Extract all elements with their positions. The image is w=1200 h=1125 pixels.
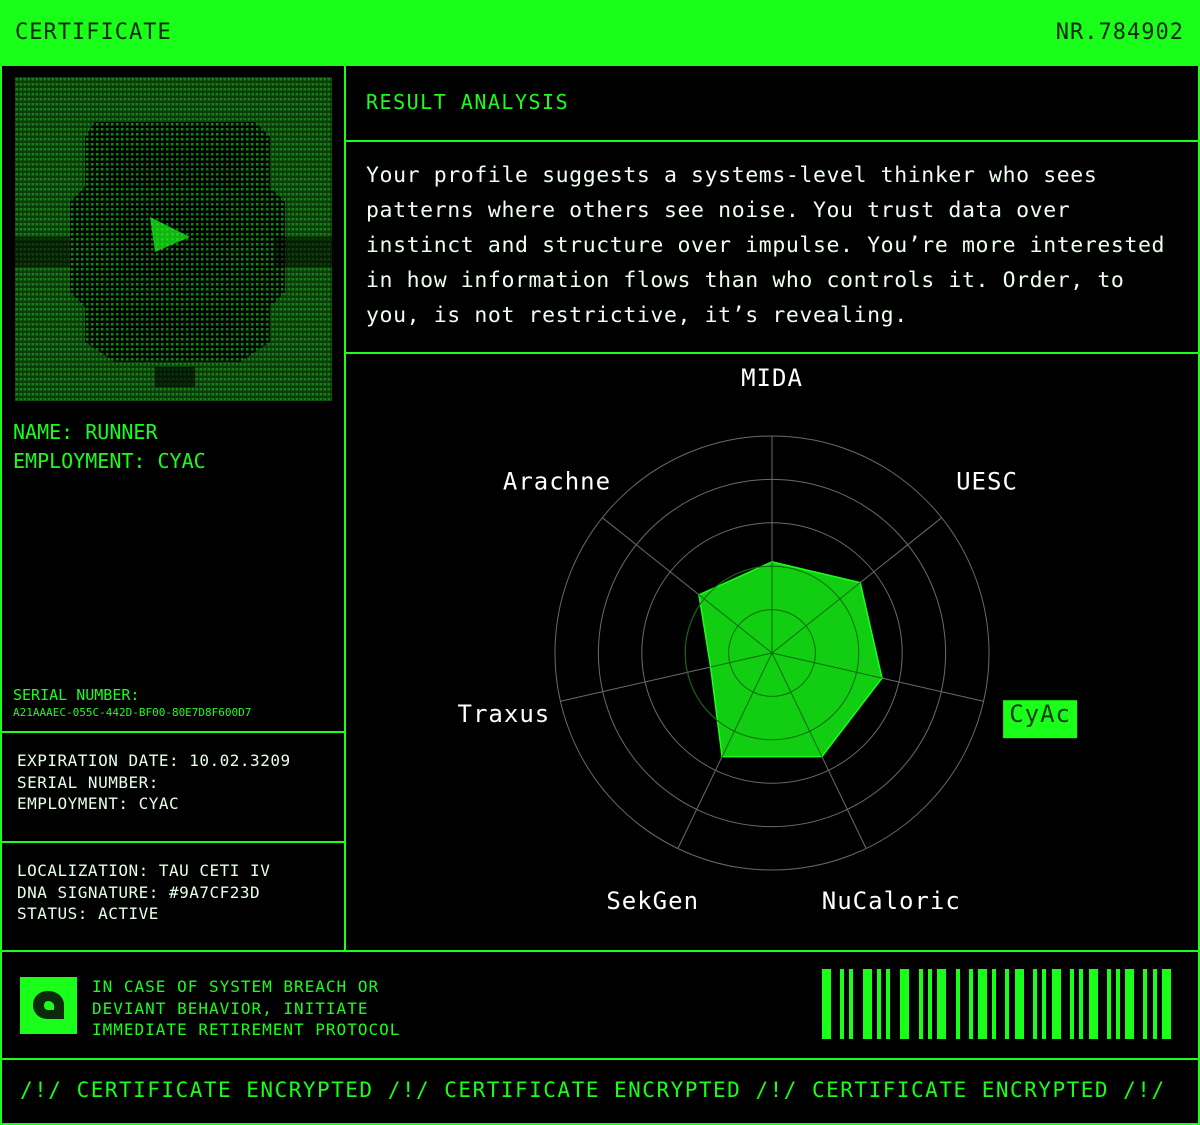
details-serial-number: SERIAL NUMBER: bbox=[17, 772, 159, 792]
breach-notice-line-1: IN CASE OF SYSTEM BREACH OR bbox=[92, 977, 380, 996]
barcode-icon bbox=[822, 969, 1171, 1039]
affiliation-radar-chart: MIDA UESC CyAc NuCaloric SekGen Traxus Arachne bbox=[458, 364, 1078, 915]
expiration-date: EXPIRATION DATE: 10.02.3209 bbox=[17, 751, 291, 770]
cyac-logo-icon bbox=[20, 977, 77, 1034]
divider-footer bbox=[0, 950, 1200, 952]
certificate-number: NR.784902 bbox=[1055, 20, 1184, 45]
details-employment: EMPLOYMENT: CYAC bbox=[17, 794, 180, 813]
radar-label-uesc: UESC bbox=[956, 468, 1018, 496]
encryption-ticker: /!/ CERTIFICATE ENCRYPTED /!/ CERTIFICAT… bbox=[20, 1078, 1180, 1102]
radar-label-arachne: Arachne bbox=[503, 468, 611, 496]
divider-details-1 bbox=[0, 731, 346, 733]
ascii-portrait-image bbox=[15, 77, 332, 401]
radar-label-sekgen: SekGen bbox=[606, 887, 699, 915]
serial-number-block: SERIAL NUMBER: A21AAAEC-055C-442D-BF00-8… bbox=[13, 686, 251, 719]
profile-employment: EMPLOYMENT: CYAC bbox=[13, 449, 206, 473]
breach-notice: IN CASE OF SYSTEM BREACH OR DEVIANT BEHA… bbox=[92, 976, 400, 1041]
result-analysis-text: Your profile suggests a systems-level th… bbox=[366, 163, 1166, 328]
header-bar: CERTIFICATE NR.784902 bbox=[0, 0, 1200, 66]
breach-notice-line-2: DEVIANT BEHAVIOR, INITIATE bbox=[92, 998, 369, 1018]
details-block-1: EXPIRATION DATE: 10.02.3209 SERIAL NUMBE… bbox=[17, 750, 291, 815]
divider-vertical bbox=[344, 66, 346, 951]
radar-label-mida: MIDA bbox=[741, 364, 803, 392]
profile-name: NAME: RUNNER bbox=[13, 420, 158, 444]
result-analysis-title: RESULT ANALYSIS bbox=[366, 90, 570, 114]
status: STATUS: ACTIVE bbox=[17, 904, 159, 923]
serial-number-value: A21AAAEC-055C-442D-BF00-80E7D8F600D7 bbox=[13, 706, 252, 719]
divider-ticker bbox=[0, 1058, 1200, 1060]
profile-name-block: NAME: RUNNER EMPLOYMENT: CYAC bbox=[13, 418, 206, 476]
radar-label-traxus: Traxus bbox=[458, 700, 551, 728]
dna-signature: DNA SIGNATURE: #9A7CF23D bbox=[17, 882, 261, 902]
divider-details-2 bbox=[0, 841, 346, 843]
certificate-title: CERTIFICATE bbox=[15, 20, 172, 45]
details-block-2: LOCALIZATION: TAU CETI IV DNA SIGNATURE:… bbox=[17, 860, 270, 925]
localization: LOCALIZATION: TAU CETI IV bbox=[17, 861, 271, 880]
serial-number-label: SERIAL NUMBER: bbox=[13, 686, 140, 704]
breach-notice-line-3: IMMEDIATE RETIREMENT PROTOCOL bbox=[92, 1020, 401, 1039]
divider-result-title bbox=[346, 140, 1200, 142]
radar-label-nucaloric: NuCaloric bbox=[822, 887, 961, 915]
radar-label-cyac: CyAc bbox=[1009, 700, 1071, 728]
